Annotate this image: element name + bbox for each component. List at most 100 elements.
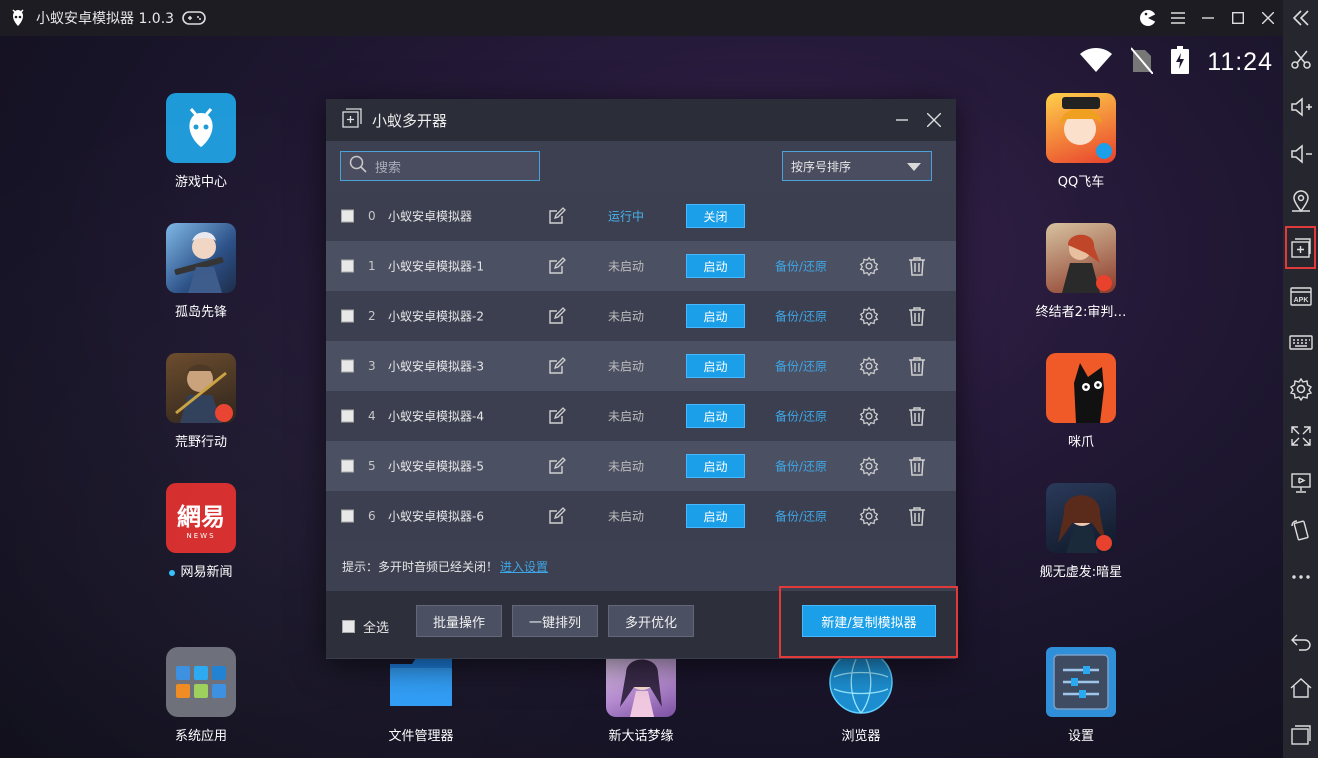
app-strike-dark-star[interactable]: 舰无虚发:暗星	[1016, 483, 1146, 580]
instance-settings-icon[interactable]	[859, 506, 879, 527]
app-knives-out[interactable]: 荒野行动	[136, 353, 266, 450]
keyboard-icon[interactable]	[1283, 318, 1318, 365]
settings-sliders-icon	[1046, 647, 1116, 717]
location-icon[interactable]	[1283, 177, 1318, 224]
row-checkbox[interactable]	[341, 509, 354, 523]
start-instance-button[interactable]: 启动	[686, 454, 745, 478]
maximize-icon[interactable]	[1223, 0, 1253, 36]
back-icon[interactable]	[1283, 617, 1318, 664]
delete-icon[interactable]	[907, 456, 927, 476]
fullscreen-icon[interactable]	[1283, 412, 1318, 459]
start-instance-button[interactable]: 启动	[686, 304, 745, 328]
app-island-vanguard[interactable]: 孤岛先锋	[136, 223, 266, 320]
row-checkbox[interactable]	[341, 309, 354, 323]
delete-icon[interactable]	[907, 406, 927, 426]
app-label: 咪爪	[1067, 435, 1094, 450]
volume-down-icon[interactable]	[1283, 130, 1318, 177]
instance-settings-icon[interactable]	[859, 406, 879, 427]
chevron-down-icon	[907, 163, 921, 171]
app-browser[interactable]: 浏览器	[796, 647, 926, 744]
select-all-checkbox[interactable]: 全选	[342, 617, 389, 636]
start-instance-button[interactable]: 启动	[686, 254, 745, 278]
enter-settings-link[interactable]: 进入设置	[500, 558, 548, 575]
recent-apps-icon[interactable]	[1283, 711, 1318, 758]
edit-icon[interactable]	[548, 357, 566, 375]
app-label: 终结者2:审判…	[1035, 305, 1127, 320]
more-icon[interactable]	[1283, 553, 1318, 600]
app-system-apps[interactable]: 系统应用	[136, 647, 266, 744]
instance-settings-icon[interactable]	[859, 256, 879, 277]
backup-restore-link[interactable]: 备份/还原	[775, 358, 827, 375]
android-status-bar: 11:24	[1079, 46, 1273, 78]
edit-icon[interactable]	[548, 307, 566, 325]
battery-charging-icon	[1171, 46, 1190, 78]
gamepad-icon[interactable]	[182, 10, 206, 26]
app-game-center[interactable]: 游戏中心	[136, 93, 266, 190]
delete-icon[interactable]	[907, 306, 927, 326]
app-netease-news[interactable]: 網易 NEWS 网易新闻	[136, 483, 266, 580]
backup-restore-link[interactable]: 备份/还原	[775, 258, 827, 275]
close-icon[interactable]	[1253, 0, 1283, 36]
multi-instance-icon[interactable]	[1283, 224, 1318, 271]
row-checkbox[interactable]	[341, 459, 354, 473]
edit-icon[interactable]	[548, 257, 566, 275]
app-terminator[interactable]: 终结者2:审判…	[1016, 223, 1146, 320]
delete-icon[interactable]	[907, 506, 927, 526]
app-qq-speed[interactable]: QQ飞车	[1016, 93, 1146, 190]
app-label: 新大话梦缘	[608, 729, 674, 744]
sort-dropdown[interactable]: 按序号排序	[782, 151, 932, 181]
collapse-icon[interactable]	[1283, 0, 1318, 36]
minimize-icon[interactable]	[1193, 0, 1223, 36]
edit-icon[interactable]	[548, 507, 566, 525]
batch-operation-button[interactable]: 批量操作	[416, 605, 502, 637]
start-instance-button[interactable]: 启动	[686, 354, 745, 378]
instance-row: 3 小蚁安卓模拟器-3 未启动 启动 备份/还原	[326, 341, 956, 391]
game-icon	[166, 353, 236, 423]
backup-restore-link[interactable]: 备份/还原	[775, 508, 827, 525]
backup-restore-link[interactable]: 备份/还原	[775, 408, 827, 425]
app-settings[interactable]: 设置	[1016, 647, 1146, 744]
close-instance-button[interactable]: 关闭	[686, 204, 745, 228]
edit-icon[interactable]	[548, 407, 566, 425]
instance-settings-icon[interactable]	[859, 356, 879, 377]
backup-restore-link[interactable]: 备份/还原	[775, 308, 827, 325]
theme-icon[interactable]	[1133, 0, 1163, 36]
app-label: 网易新闻	[136, 561, 266, 580]
checkbox[interactable]	[342, 620, 355, 633]
one-click-arrange-button[interactable]: 一键排列	[512, 605, 598, 637]
row-checkbox[interactable]	[341, 409, 354, 423]
game-icon	[1046, 223, 1116, 293]
edit-icon[interactable]	[548, 457, 566, 475]
multi-instance-optimize-button[interactable]: 多开优化	[608, 605, 694, 637]
backup-restore-link[interactable]: 备份/还原	[775, 458, 827, 475]
start-instance-button[interactable]: 启动	[686, 404, 745, 428]
rotate-icon[interactable]	[1283, 506, 1318, 553]
settings-gear-icon[interactable]	[1283, 365, 1318, 412]
dialog-title: 小蚁多开器	[372, 111, 448, 130]
dialog-header: 小蚁多开器	[326, 99, 956, 141]
app-mizhua[interactable]: 咪爪	[1016, 353, 1146, 450]
app-file-manager[interactable]: 文件管理器	[356, 647, 486, 744]
instance-settings-icon[interactable]	[859, 456, 879, 477]
apk-icon[interactable]: APK	[1283, 271, 1318, 318]
edit-icon[interactable]	[548, 207, 566, 225]
volume-up-icon[interactable]	[1283, 83, 1318, 130]
instance-settings-icon[interactable]	[859, 306, 879, 327]
app-label-text: 网易新闻	[180, 565, 233, 580]
menu-icon[interactable]	[1163, 0, 1193, 36]
row-checkbox[interactable]	[341, 209, 354, 223]
app-new-dahua[interactable]: 新大话梦缘	[576, 647, 706, 744]
delete-icon[interactable]	[907, 256, 927, 276]
row-checkbox[interactable]	[341, 259, 354, 273]
instance-index: 6	[368, 509, 376, 523]
start-instance-button[interactable]: 启动	[686, 504, 745, 528]
row-checkbox[interactable]	[341, 359, 354, 373]
tip-bar: 提示：多开时音频已经关闭！ 进入设置	[326, 541, 956, 591]
screen-record-icon[interactable]	[1283, 459, 1318, 506]
dialog-close-icon[interactable]	[924, 110, 944, 130]
scissors-icon[interactable]	[1283, 36, 1318, 83]
dialog-minimize-icon[interactable]	[892, 110, 912, 130]
delete-icon[interactable]	[907, 356, 927, 376]
search-input[interactable]: 搜索	[340, 151, 540, 181]
home-icon[interactable]	[1283, 664, 1318, 711]
